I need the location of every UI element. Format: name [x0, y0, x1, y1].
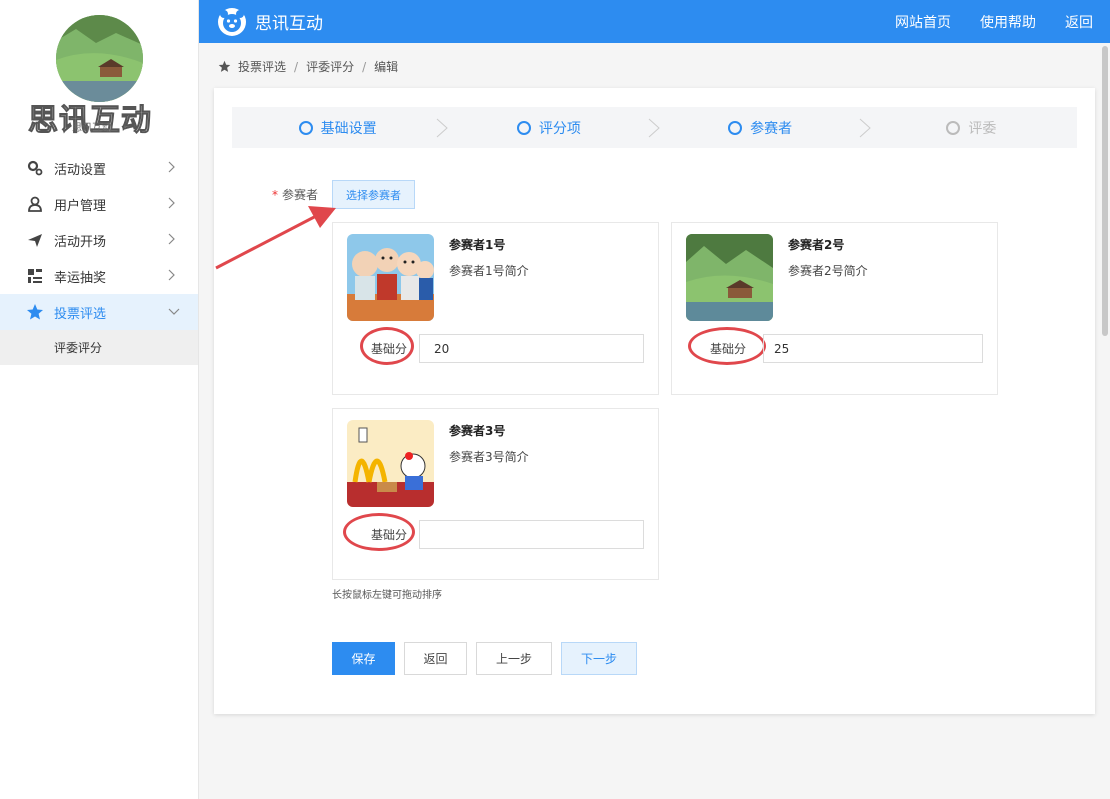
sidebar-item-label: 活动设置	[54, 162, 107, 178]
bear-logo-icon	[218, 7, 246, 36]
chevron-right-icon	[168, 161, 175, 173]
back-link[interactable]: 返回	[1065, 12, 1093, 32]
gears-icon	[26, 159, 44, 177]
participant-card[interactable]: 参赛者2号 参赛者2号简介 基础分 25	[671, 222, 998, 395]
sidebar-item-label: 投票评选	[54, 306, 107, 322]
base-score-input[interactable]	[419, 520, 644, 549]
participant-card[interactable]: 参赛者3号 参赛者3号简介 基础分	[332, 408, 659, 580]
page-scrollbar[interactable]	[1102, 46, 1108, 336]
sidebar-item-activity-settings[interactable]: 活动设置	[0, 150, 198, 186]
breadcrumb-current: 编辑	[374, 60, 399, 74]
header-title: 思讯互动	[255, 14, 323, 34]
sidebar-item-label: 用户管理	[54, 198, 107, 214]
barcode-icon	[26, 267, 44, 285]
prev-step-button[interactable]: 上一步	[476, 642, 552, 675]
participant-name: 参赛者3号	[449, 424, 506, 438]
breadcrumb-separator: /	[362, 59, 367, 74]
steps-bar: 基础设置 评分项 参赛者 评委	[232, 107, 1077, 148]
step-circle-icon	[728, 120, 743, 135]
base-score-label: 基础分	[371, 342, 408, 356]
participant-name: 参赛者1号	[449, 238, 506, 252]
base-score-label: 基础分	[710, 342, 747, 356]
top-header: 思讯互动 网站首页 使用帮助 返回	[199, 0, 1110, 43]
avatar	[56, 15, 143, 102]
step-label: 基础设置	[320, 120, 377, 137]
paper-plane-icon	[26, 231, 44, 249]
edit-card: 基础设置 评分项 参赛者 评委 * 参赛者 选择参赛者 参赛者1号 参赛者1号简…	[214, 88, 1095, 714]
participant-description: 参赛者3号简介	[449, 450, 529, 464]
step-circle-icon	[516, 120, 531, 135]
sidebar: 思讯互动 思讯互动 活动设置 用户管理 活动开场 幸运抽奖 投票评选 评委评分	[0, 0, 199, 799]
breadcrumb-separator: /	[294, 59, 299, 74]
breadcrumb: 投票评选 / 评委评分 / 编辑	[218, 58, 398, 75]
sidebar-item-lucky-draw[interactable]: 幸运抽奖	[0, 258, 198, 294]
next-step-button[interactable]: 下一步	[561, 642, 637, 675]
breadcrumb-item[interactable]: 投票评选	[238, 58, 286, 75]
chevron-down-icon	[168, 308, 180, 315]
step-label: 评委	[968, 120, 997, 137]
sidebar-item-voting[interactable]: 投票评选	[0, 294, 198, 330]
participant-description: 参赛者2号简介	[788, 264, 868, 278]
participant-thumbnail	[686, 234, 773, 321]
chevron-right-icon	[168, 197, 175, 209]
sidebar-item-user-management[interactable]: 用户管理	[0, 186, 198, 222]
sidebar-item-activity-opening[interactable]: 活动开场	[0, 222, 198, 258]
participant-thumbnail	[347, 234, 434, 321]
annotation-arrow-icon	[215, 206, 336, 270]
sidebar-subitem-judge-scoring[interactable]: 评委评分	[0, 330, 198, 365]
home-link[interactable]: 网站首页	[895, 12, 951, 32]
drag-sort-hint: 长按鼠标左键可拖动排序	[332, 590, 442, 601]
sidebar-item-label: 活动开场	[54, 234, 107, 250]
step-circle-icon	[946, 120, 961, 135]
base-score-input[interactable]: 25	[763, 334, 983, 363]
step-circle-icon	[298, 120, 313, 135]
step-participants[interactable]: 参赛者	[655, 107, 871, 148]
star-icon	[218, 60, 231, 72]
participant-name: 参赛者2号	[788, 238, 845, 252]
user-icon	[26, 195, 44, 213]
logo-area: 思讯互动 思讯互动	[0, 0, 198, 150]
participant-thumbnail	[347, 420, 434, 507]
breadcrumb-item[interactable]: 评委评分	[306, 58, 354, 75]
step-judges[interactable]: 评委	[866, 107, 1077, 148]
participant-field-label: * 参赛者	[272, 188, 319, 202]
save-button[interactable]: 保存	[332, 642, 395, 675]
base-score-label: 基础分	[371, 528, 408, 542]
step-scoring-items[interactable]: 评分项	[443, 107, 660, 148]
step-label: 评分项	[538, 120, 581, 137]
sidebar-item-label: 幸运抽奖	[54, 270, 107, 286]
select-participant-button[interactable]: 选择参赛者	[332, 180, 415, 209]
help-link[interactable]: 使用帮助	[980, 12, 1036, 32]
step-label: 参赛者	[750, 120, 793, 137]
chevron-right-icon	[168, 233, 175, 245]
participant-card[interactable]: 参赛者1号 参赛者1号简介 基础分 20	[332, 222, 659, 395]
base-score-input[interactable]: 20	[419, 334, 644, 363]
chevron-right-icon	[168, 269, 175, 281]
brand-subtext: 思讯互动	[72, 123, 112, 134]
participant-description: 参赛者1号简介	[449, 264, 529, 278]
sidebar-menu: 活动设置 用户管理 活动开场 幸运抽奖 投票评选 评委评分	[0, 150, 198, 365]
star-icon	[26, 303, 44, 321]
step-basic-settings[interactable]: 基础设置	[232, 107, 448, 148]
back-button[interactable]: 返回	[404, 642, 467, 675]
header-links: 网站首页 使用帮助 返回	[895, 0, 1110, 43]
